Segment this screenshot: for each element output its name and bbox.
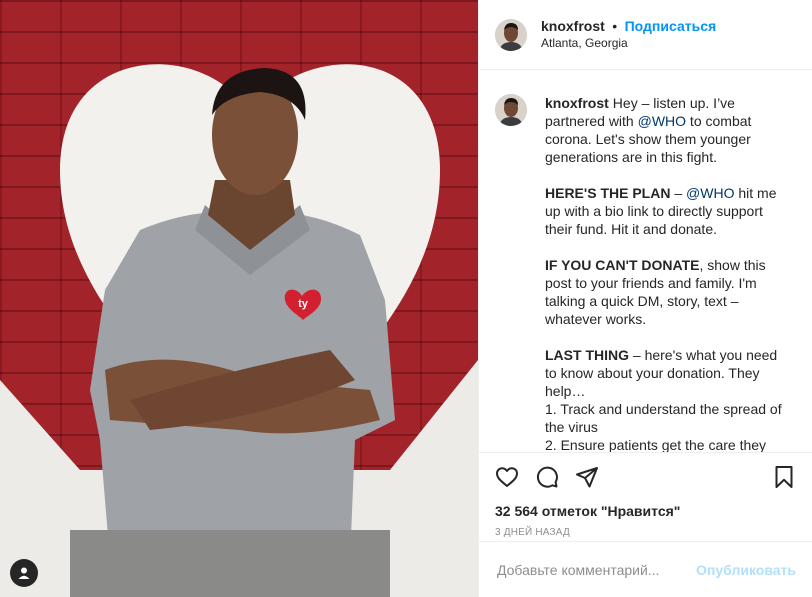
header-text: knoxfrost • Подписаться Atlanta, Georgia (541, 18, 716, 52)
caption-username[interactable]: knoxfrost (545, 95, 609, 111)
caption-p4-bold: LAST THING (545, 347, 629, 363)
caption-avatar[interactable] (495, 94, 527, 126)
publish-button[interactable]: Опубликовать (696, 562, 796, 578)
separator-dot: • (612, 17, 618, 34)
svg-text:ty: ty (298, 298, 309, 310)
caption-area[interactable]: knoxfrost Hey – listen up. I’ve partnered… (479, 70, 812, 452)
mention-link[interactable]: @WHO (638, 113, 686, 129)
likes-count[interactable]: 32 564 отметок "Нравится" (495, 503, 796, 519)
mention-link[interactable]: @WHO (686, 185, 734, 201)
comment-input[interactable] (495, 560, 697, 579)
photo-illustration: ty (0, 64, 478, 597)
post-photo[interactable]: ty (0, 0, 478, 597)
heart-icon[interactable] (495, 465, 519, 489)
caption-text: knoxfrost Hey – listen up. I’ve partnered… (545, 94, 785, 452)
avatar-image (495, 18, 527, 51)
location-link[interactable]: Atlanta, Georgia (541, 35, 716, 52)
post-date[interactable]: 3 дней назад (495, 527, 796, 538)
post-header: knoxfrost • Подписаться Atlanta, Georgia (479, 0, 812, 70)
comment-box: Опубликовать (479, 541, 812, 597)
user-tag-button[interactable] (10, 559, 38, 587)
share-icon[interactable] (575, 465, 599, 489)
action-bar (495, 463, 796, 491)
header-username[interactable]: knoxfrost (541, 18, 605, 34)
caption-p3-bold: IF YOU CAN'T DONATE (545, 257, 700, 273)
caption-list-item: 1. Track and understand the spread of th… (545, 401, 782, 435)
caption-p2-a: – (670, 185, 687, 201)
user-tag-icon (18, 567, 30, 579)
bookmark-icon[interactable] (772, 465, 796, 489)
actions-area: 32 564 отметок "Нравится" 3 дней назад О… (479, 452, 812, 597)
comment-icon[interactable] (535, 465, 559, 489)
caption-list-item: 2. Ensure patients get the care they (545, 437, 767, 452)
post-container: ty knoxfrost • Подписаться Atlanta, Geor… (0, 0, 812, 597)
post-sidebar: knoxfrost • Подписаться Atlanta, Georgia… (478, 0, 812, 597)
caption-avatar-image (495, 94, 527, 126)
avatar[interactable] (495, 18, 527, 51)
caption-p2-bold: HERE'S THE PLAN (545, 185, 671, 201)
follow-button[interactable]: Подписаться (625, 18, 717, 34)
